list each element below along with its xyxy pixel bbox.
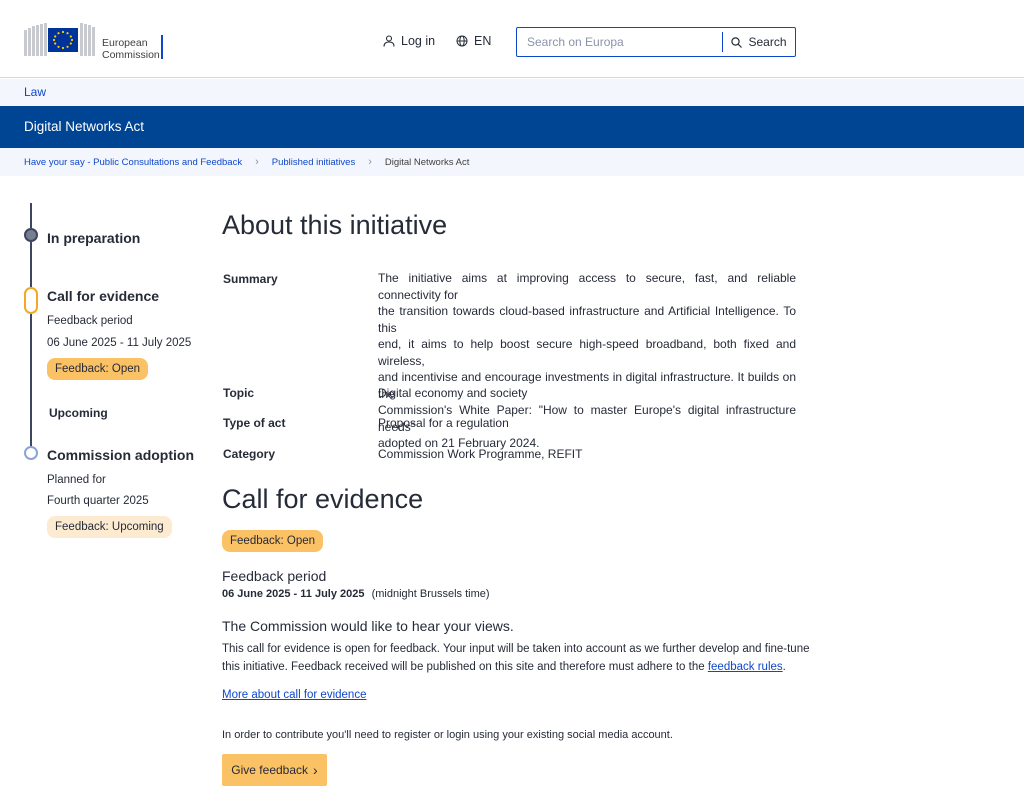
logo-line-2: Commission bbox=[102, 49, 160, 61]
timeline-status-badge-upcoming: Feedback: Upcoming bbox=[47, 516, 172, 538]
user-icon bbox=[383, 35, 395, 47]
language-selector[interactable]: EN bbox=[456, 34, 491, 48]
timeline-stage-in-preparation[interactable]: In preparation bbox=[47, 230, 140, 246]
breadcrumb-item-published-initiatives[interactable]: Published initiatives bbox=[272, 157, 355, 168]
feedback-period-value: 06 June 2025 - 11 July 2025 (midnight Br… bbox=[222, 585, 490, 603]
law-link[interactable]: Law bbox=[24, 85, 46, 99]
search-icon bbox=[731, 36, 743, 48]
type-of-act-label: Type of act bbox=[223, 416, 286, 430]
logo-line-1: European bbox=[102, 37, 148, 49]
call-description-line-2: this initiative. Feedback received will … bbox=[222, 658, 810, 676]
more-about-call-for-evidence-link[interactable]: More about call for evidence bbox=[222, 686, 366, 704]
call-description-period: . bbox=[782, 661, 786, 673]
site-name-bar: Law bbox=[0, 79, 1024, 106]
search-form: Search bbox=[516, 27, 796, 57]
feedback-period-heading: Feedback period bbox=[222, 568, 327, 584]
summary-line: end, it aims to help boost secure high-s… bbox=[378, 337, 796, 368]
timeline-line bbox=[30, 314, 32, 446]
type-of-act-value: Proposal for a regulation bbox=[378, 416, 509, 430]
timeline-planned-label: Planned for bbox=[47, 474, 106, 486]
topic-value: Digital economy and society bbox=[378, 386, 528, 400]
register-instruction: In order to contribute you'll need to re… bbox=[222, 729, 673, 741]
timeline-stage-commission-adoption[interactable]: Commission adoption bbox=[47, 447, 194, 463]
page-banner-title: Digital Networks Act bbox=[24, 119, 145, 134]
hear-your-views-heading: The Commission would like to hear your v… bbox=[222, 618, 514, 634]
european-commission-logo[interactable]: European Commission bbox=[24, 22, 174, 62]
feedback-status-badge: Feedback: Open bbox=[222, 530, 324, 552]
category-label: Category bbox=[223, 447, 276, 461]
timeline-dot-upcoming bbox=[24, 446, 38, 460]
site-header: European Commission Log in EN Search bbox=[0, 0, 1024, 78]
eu-flag-icon bbox=[24, 23, 95, 56]
timeline-feedback-period-label: Feedback period bbox=[47, 315, 133, 327]
chevron-right-icon: › bbox=[313, 762, 318, 778]
chevron-right-icon: › bbox=[255, 156, 259, 168]
logo-text: European Commission bbox=[102, 37, 160, 61]
give-feedback-button[interactable]: Give feedback › bbox=[222, 754, 327, 786]
search-button-label: Search bbox=[748, 35, 787, 49]
call-for-evidence-heading: Call for evidence bbox=[222, 484, 424, 514]
call-description-line: This call for evidence is open for feedb… bbox=[222, 643, 810, 655]
summary-label: Summary bbox=[223, 272, 278, 286]
feedback-period-note: (midnight Brussels time) bbox=[371, 588, 490, 600]
globe-icon bbox=[456, 35, 468, 47]
give-feedback-label: Give feedback bbox=[231, 763, 309, 777]
feedback-rules-link[interactable]: feedback rules bbox=[708, 661, 783, 673]
search-input[interactable] bbox=[517, 28, 722, 56]
timeline-dot-completed bbox=[24, 228, 38, 242]
chevron-right-icon: › bbox=[368, 156, 372, 168]
call-description-text: this initiative. Feedback received will … bbox=[222, 661, 705, 673]
summary-line: The initiative aims at improving access … bbox=[378, 271, 796, 302]
call-description: This call for evidence is open for feedb… bbox=[222, 640, 810, 676]
summary-line: the transition towards cloud-based infra… bbox=[378, 304, 796, 335]
login-link[interactable]: Log in bbox=[383, 34, 435, 48]
search-button[interactable]: Search bbox=[723, 28, 795, 56]
timeline-status-badge: Feedback: Open bbox=[47, 358, 149, 380]
page-banner: Digital Networks Act bbox=[0, 106, 1024, 148]
timeline-marker-current bbox=[24, 287, 38, 314]
category-value: Commission Work Programme, REFIT bbox=[378, 447, 583, 461]
timeline-feedback-dates: 06 June 2025 - 11 July 2025 bbox=[47, 337, 192, 349]
logo-divider bbox=[161, 35, 163, 59]
about-heading: About this initiative bbox=[222, 210, 448, 240]
breadcrumb: Have your say - Public Consultations and… bbox=[24, 156, 469, 168]
breadcrumb-item-have-your-say[interactable]: Have your say - Public Consultations and… bbox=[24, 157, 242, 168]
timeline-upcoming-label: Upcoming bbox=[49, 406, 108, 420]
timeline-line bbox=[30, 242, 32, 287]
breadcrumb-current: Digital Networks Act bbox=[384, 156, 470, 168]
timeline-planned-value: Fourth quarter 2025 bbox=[47, 495, 149, 507]
breadcrumb-bar: Have your say - Public Consultations and… bbox=[0, 148, 1024, 176]
feedback-period-dates: 06 June 2025 - 11 July 2025 bbox=[222, 588, 365, 600]
timeline-line bbox=[30, 203, 32, 228]
language-label: EN bbox=[474, 34, 492, 48]
login-label: Log in bbox=[401, 34, 436, 48]
topic-label: Topic bbox=[223, 386, 255, 400]
timeline-stage-call-for-evidence[interactable]: Call for evidence bbox=[47, 288, 159, 304]
